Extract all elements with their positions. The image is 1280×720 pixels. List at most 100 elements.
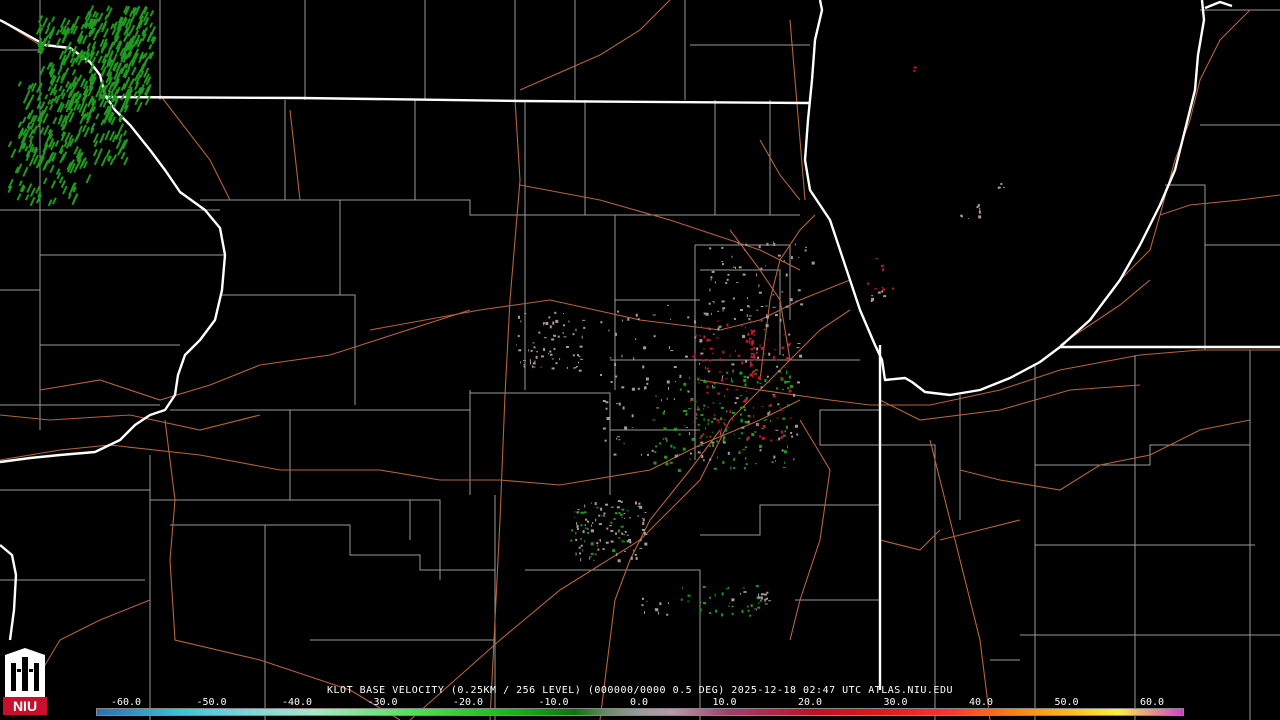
echo-pixel — [572, 354, 575, 357]
echo-pixel — [532, 362, 536, 365]
echo-pixel — [74, 15, 80, 25]
echo-pixel — [602, 548, 605, 551]
echo-pixel — [148, 44, 153, 50]
scale-tick: 30.0 — [883, 697, 908, 708]
echo-pixel — [579, 345, 583, 348]
echo-pixel — [695, 400, 697, 402]
echo-pixel — [742, 406, 746, 409]
echo-pixel — [773, 241, 775, 243]
echo-pixel — [665, 462, 669, 466]
echo-pixel — [784, 380, 787, 384]
echo-pixel — [667, 602, 669, 605]
echo-pixel — [687, 408, 691, 410]
echo-pixel — [731, 363, 735, 366]
echo-pixel — [719, 358, 722, 362]
echo-pixel — [55, 75, 61, 84]
echo-pixel — [85, 174, 92, 184]
echo-pixel — [871, 295, 874, 297]
echo-pixel — [518, 315, 521, 319]
echo-pixel — [753, 353, 756, 356]
echo-pixel — [722, 309, 724, 312]
echo-pixel — [624, 530, 627, 533]
echo-pixel — [641, 528, 645, 531]
echo-pixel — [694, 320, 697, 324]
echo-pixel — [579, 552, 582, 555]
echo-pixel — [788, 333, 791, 336]
echo-pixel — [547, 352, 549, 354]
echo-pixel — [517, 335, 520, 338]
echo-pixel — [763, 353, 766, 355]
echo-pixel — [577, 353, 580, 356]
echo-pixel — [612, 549, 616, 553]
echo-pixel — [739, 371, 743, 375]
echo-pixel — [746, 305, 749, 308]
echo-pixel — [752, 406, 754, 409]
echo-pixel — [42, 160, 49, 171]
echo-pixel — [538, 331, 541, 334]
echo-pixel — [693, 420, 695, 424]
echo-pixel — [738, 451, 741, 455]
echo-pixel — [714, 593, 716, 597]
echo-pixel — [598, 523, 602, 526]
echo-pixel — [528, 349, 530, 352]
echo-pixel — [712, 383, 716, 385]
echo-pixel — [766, 242, 769, 246]
echo-pixel — [705, 436, 708, 438]
echo-pixel — [42, 17, 49, 28]
echo-pixel — [664, 437, 667, 440]
echo-pixel — [622, 534, 626, 536]
echo-pixel — [709, 458, 712, 461]
echo-pixel — [754, 608, 756, 610]
echo-pixel — [568, 320, 570, 323]
echo-pixel — [782, 417, 786, 420]
echo-pixel — [580, 537, 582, 540]
echo-pixel — [580, 524, 583, 527]
echo-pixel — [29, 187, 36, 197]
echo-pixel — [575, 552, 577, 556]
echo-pixel — [624, 426, 628, 430]
echo-pixel — [736, 281, 739, 283]
echo-pixel — [120, 151, 126, 160]
echo-pixel — [578, 546, 581, 549]
echo-pixel — [44, 27, 50, 35]
echo-pixel — [759, 383, 762, 385]
echo-pixel — [534, 360, 536, 363]
echo-pixel — [882, 288, 886, 291]
echo-pixel — [25, 89, 31, 98]
echo-pixel — [772, 306, 776, 308]
echo-pixel — [708, 380, 712, 383]
echo-pixel — [25, 99, 32, 110]
echo-pixel — [760, 306, 764, 308]
echo-pixel — [746, 314, 748, 318]
echo-pixel — [748, 315, 752, 317]
echo-pixel — [575, 328, 577, 332]
echo-pixel — [708, 418, 710, 422]
echo-pixel — [699, 436, 702, 439]
echo-pixel — [590, 529, 594, 533]
echo-pixel — [731, 377, 733, 381]
echo-pixel — [583, 511, 587, 514]
echo-pixel — [756, 347, 759, 351]
echo-pixel — [585, 518, 588, 521]
echo-pixel — [742, 449, 746, 451]
echo-pixel — [978, 215, 982, 219]
echo-pixel — [54, 140, 60, 147]
echo-pixel — [722, 438, 725, 442]
echo-pixel — [595, 507, 599, 509]
echo-pixel — [549, 325, 552, 329]
echo-pixel — [700, 413, 704, 416]
echo-pixel — [644, 611, 646, 615]
echo-pixel — [1002, 186, 1005, 188]
echo-pixel — [540, 366, 542, 368]
echo-pixel — [755, 351, 758, 354]
echo-pixel — [646, 600, 648, 602]
echo-pixel — [22, 96, 28, 104]
echo-pixel — [776, 387, 779, 390]
echo-pixel — [555, 362, 558, 365]
echo-pixel — [764, 379, 767, 383]
echo-pixel — [565, 346, 569, 349]
echo-pixel — [622, 541, 626, 543]
echo-pixel — [709, 288, 711, 292]
echo-pixel — [797, 289, 801, 292]
echo-pixel — [637, 387, 640, 390]
